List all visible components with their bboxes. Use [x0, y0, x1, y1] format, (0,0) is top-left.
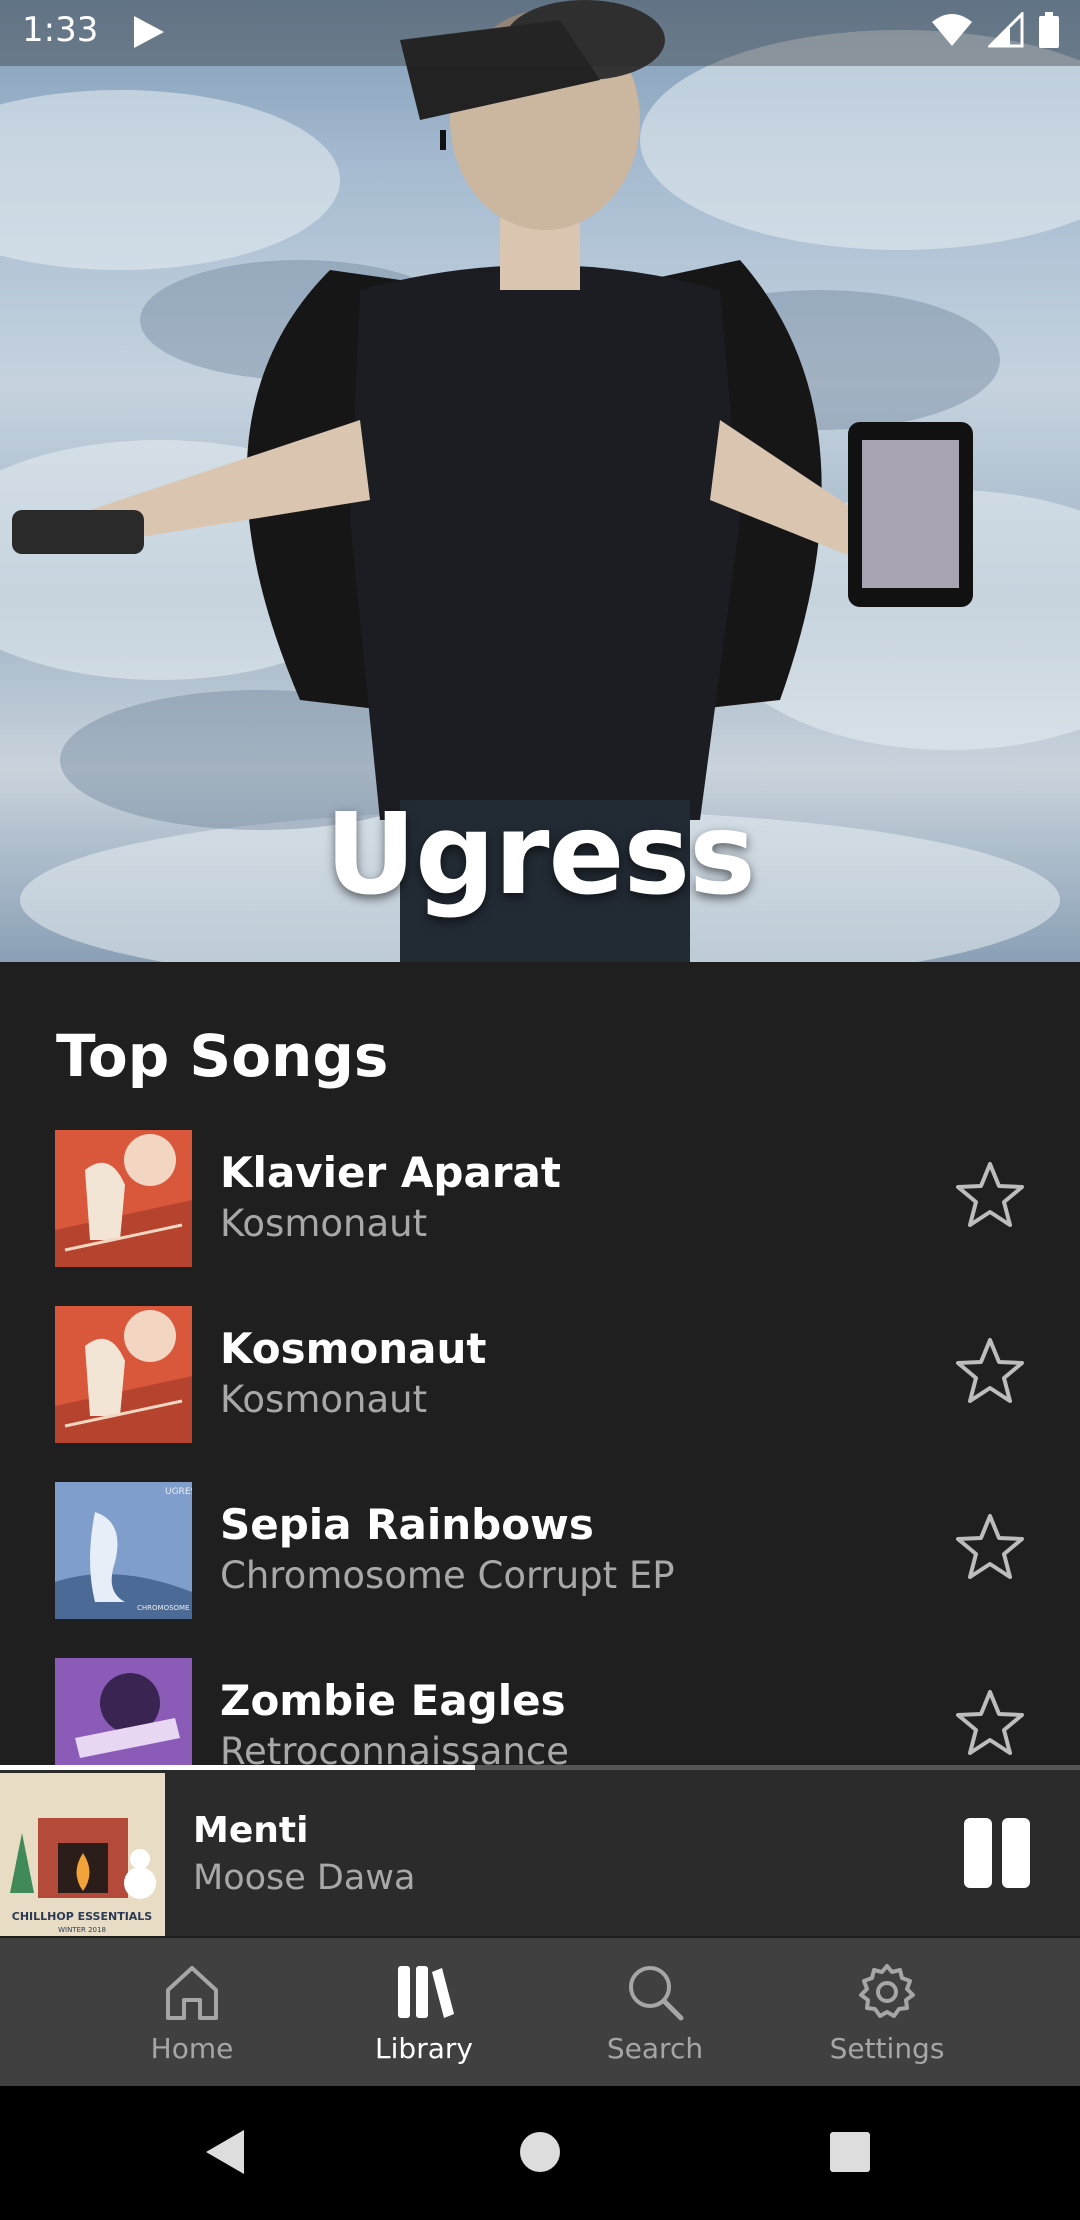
song-row[interactable]: Kosmonaut Kosmonaut: [0, 1306, 1080, 1446]
album-art-label: CHILLHOP ESSENTIALS: [12, 1910, 153, 1923]
bottom-navigation: Home Library Search Settings: [0, 1938, 1080, 2086]
pause-button[interactable]: [962, 1818, 1032, 1888]
section-title: Top Songs: [56, 1022, 389, 1090]
song-row[interactable]: Zombie Eagles Retroconnaissance: [0, 1658, 1080, 1766]
favorite-star-icon[interactable]: [955, 1688, 1025, 1758]
library-icon: [398, 1966, 454, 2018]
now-playing-artist: Moose Dawa: [193, 1858, 416, 1898]
search-icon: [629, 1966, 684, 2021]
album-art-label: CHROMOSOME CORRUPT: [137, 1604, 192, 1612]
nav-label: Settings: [829, 2032, 945, 2065]
status-icons: [930, 12, 1060, 48]
nav-label: Library: [375, 2032, 473, 2065]
album-art-label: WINTER 2018: [58, 1926, 106, 1934]
song-title: Zombie Eagles: [220, 1676, 566, 1725]
back-icon[interactable]: [196, 2122, 256, 2182]
artist-name: Ugress: [325, 790, 756, 920]
artist-hero-image: Ugress: [0, 0, 1080, 962]
home-icon: [166, 1966, 218, 2020]
album-art: UGRESS CHROMOSOME CORRUPT: [55, 1482, 192, 1619]
song-title: Kosmonaut: [220, 1324, 487, 1373]
album-art: [55, 1306, 192, 1443]
album-art-label: UGRESS: [165, 1487, 192, 1497]
gear-icon: [859, 1964, 915, 2018]
battery-icon: [1039, 12, 1059, 48]
status-bar: 1:33: [0, 0, 1080, 66]
nav-search[interactable]: Search: [565, 1938, 745, 2086]
now-playing-title: Menti: [193, 1810, 309, 1851]
recents-icon[interactable]: [820, 2122, 880, 2182]
nav-label: Search: [606, 2032, 704, 2065]
nav-label: Home: [150, 2032, 234, 2065]
playback-progress-bar[interactable]: [0, 1765, 1080, 1770]
wifi-icon: [932, 14, 972, 46]
top-songs-section: Top Songs Klavier Aparat Kosmonaut Kosmo…: [0, 962, 1080, 1766]
song-row[interactable]: UGRESS CHROMOSOME CORRUPT Sepia Rainbows…: [0, 1482, 1080, 1622]
album-art: [55, 1130, 192, 1267]
pause-icon: [964, 1818, 992, 1888]
album-art: [55, 1658, 192, 1766]
song-album: Chromosome Corrupt EP: [220, 1554, 675, 1597]
song-album: Retroconnaissance: [220, 1730, 569, 1766]
media-playing-icon: [134, 16, 164, 48]
pause-icon: [1002, 1818, 1030, 1888]
favorite-star-icon[interactable]: [955, 1160, 1025, 1230]
nav-library[interactable]: Library: [334, 1938, 514, 2086]
song-album: Kosmonaut: [220, 1202, 428, 1245]
cellular-signal-icon: [988, 12, 1024, 48]
song-row[interactable]: Klavier Aparat Kosmonaut: [0, 1130, 1080, 1270]
playback-progress-fill: [0, 1765, 476, 1770]
status-time: 1:33: [22, 10, 99, 50]
song-title: Klavier Aparat: [220, 1148, 561, 1197]
home-circle-icon[interactable]: [510, 2122, 570, 2182]
favorite-star-icon[interactable]: [955, 1512, 1025, 1582]
nav-settings[interactable]: Settings: [797, 1938, 977, 2086]
song-album: Kosmonaut: [220, 1378, 428, 1421]
song-title: Sepia Rainbows: [220, 1500, 594, 1549]
system-navigation-bar: [0, 2086, 1080, 2220]
now-playing-bar[interactable]: CHILLHOP ESSENTIALS WINTER 2018 Menti Mo…: [0, 1770, 1080, 1936]
now-playing-album-art: CHILLHOP ESSENTIALS WINTER 2018: [0, 1773, 165, 1936]
favorite-star-icon[interactable]: [955, 1336, 1025, 1406]
nav-home[interactable]: Home: [102, 1938, 282, 2086]
